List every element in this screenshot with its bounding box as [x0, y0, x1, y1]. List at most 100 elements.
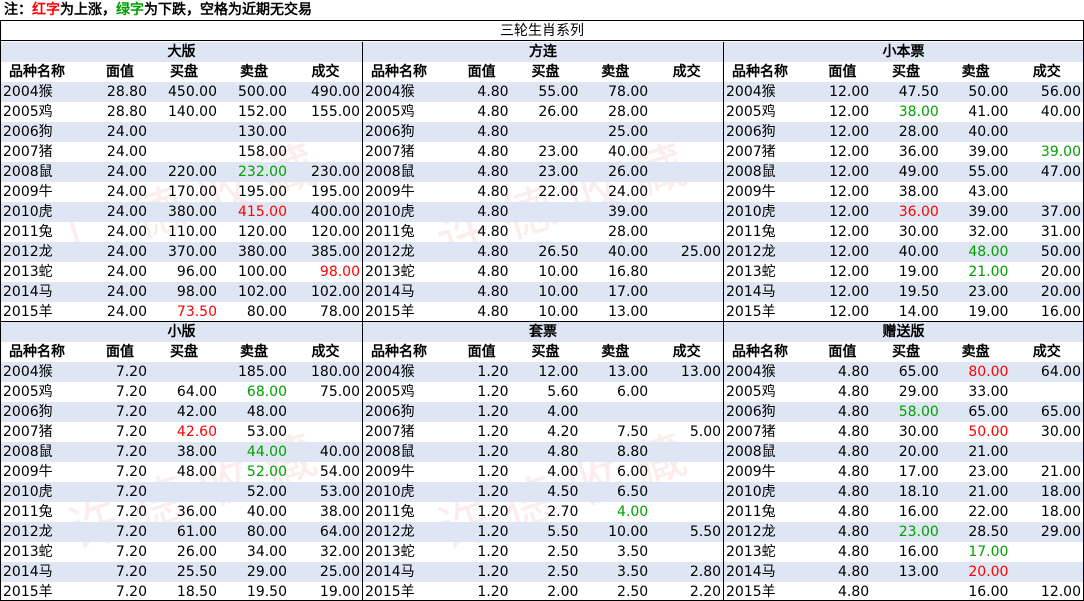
table-row: 2006狗 4.80 58.00 65.00 65.00 [724, 402, 1083, 422]
bid-price-cell: 13.00 [898, 564, 939, 580]
deal-price-cell [650, 282, 723, 302]
bid-price-cell: 18.10 [898, 484, 939, 500]
deal-price-cell: 37.00 [1040, 204, 1081, 220]
bid-price-cell [511, 122, 581, 142]
table-row: 2006狗 4.80 25.00 [363, 122, 723, 142]
header-variety-name: 品种名称 [9, 64, 65, 80]
deal-price-cell: 31.00 [1040, 224, 1081, 240]
table-row: 2008鼠 24.00 220.00 232.00 230.00 [1, 162, 362, 182]
ask-price-cell: 40.00 [246, 504, 287, 520]
variety-name-cell: 2010虎 [365, 204, 415, 220]
bid-price-cell: 30.00 [898, 424, 939, 440]
bid-price-cell: 48.00 [176, 464, 217, 480]
deal-price-cell [650, 102, 723, 122]
bid-price-cell: 140.00 [168, 104, 217, 120]
note-red-word: 红字 [32, 2, 60, 18]
bid-price-cell: 2.50 [547, 564, 579, 580]
face-value-cell: 4.80 [477, 144, 509, 160]
bid-price-cell: 23.00 [538, 164, 579, 180]
bid-price-cell: 19.00 [898, 264, 939, 280]
bid-price-cell: 2.00 [547, 584, 579, 600]
ask-price-cell: 80.00 [246, 304, 287, 320]
variety-name-cell: 2007猪 [3, 424, 53, 440]
face-value-cell: 12.00 [829, 284, 870, 300]
variety-name-cell: 2014马 [365, 564, 415, 580]
ask-price-cell: 21.00 [968, 264, 1009, 280]
deal-price-cell [650, 462, 723, 482]
ask-price-cell: 28.00 [608, 104, 649, 120]
bid-price-cell: 5.50 [547, 524, 579, 540]
panel-title: 小版 [1, 322, 362, 342]
variety-name-cell: 2007猪 [726, 424, 776, 440]
ask-price-cell: 26.00 [608, 164, 649, 180]
ask-price-cell: 19.50 [246, 584, 287, 600]
bid-price-cell: 2.50 [547, 544, 579, 560]
deal-price-cell [650, 482, 723, 502]
face-value-cell: 12.00 [829, 84, 870, 100]
bid-price-cell: 17.00 [898, 464, 939, 480]
header-variety-name: 品种名称 [9, 344, 65, 360]
face-value-cell: 12.00 [829, 144, 870, 160]
face-value-cell: 28.80 [106, 104, 147, 120]
face-value-cell: 1.20 [477, 444, 509, 460]
bid-price-cell [149, 142, 219, 162]
table-row: 2015羊 12.00 14.00 19.00 16.00 [724, 302, 1083, 322]
variety-name-cell: 2015羊 [365, 584, 415, 600]
table-row: 2011兔 12.00 30.00 32.00 31.00 [724, 222, 1083, 242]
face-value-cell: 7.20 [115, 404, 147, 420]
header-ask: 卖盘 [240, 344, 268, 360]
deal-price-cell: 29.00 [1040, 524, 1081, 540]
face-value-cell: 1.20 [477, 504, 509, 520]
face-value-cell: 12.00 [829, 104, 870, 120]
ask-price-cell: 6.50 [617, 484, 649, 500]
bid-price-cell: 49.00 [898, 164, 939, 180]
header-bid: 买盘 [892, 64, 920, 80]
bid-price-cell: 73.50 [176, 304, 217, 320]
deal-price-cell: 53.00 [319, 484, 360, 500]
bid-price-cell: 29.00 [898, 384, 939, 400]
header-variety-name: 品种名称 [371, 64, 427, 80]
variety-name-cell: 2009牛 [3, 184, 53, 200]
variety-name-cell: 2012龙 [726, 244, 776, 260]
panel-zeng-song-ban: 赠送版 品种名称 面值 买盘 卖盘 成交 2004猴 4.80 65.00 80.00 64.00 2… [723, 321, 1083, 601]
bid-price-cell: 12.00 [538, 364, 579, 380]
face-value-cell: 1.20 [477, 404, 509, 420]
panel-fang-lian: 方连 品种名称 面值 买盘 卖盘 成交 2004猴 4.80 55.00 78.00 2005鸡 4.… [362, 42, 723, 322]
deal-price-cell: 12.00 [1040, 584, 1081, 600]
header-ask: 卖盘 [961, 344, 990, 360]
header-deal: 成交 [1032, 344, 1061, 360]
header-face-value: 面值 [828, 344, 857, 360]
bid-price-cell: 40.00 [898, 244, 939, 260]
face-value-cell: 1.20 [477, 524, 509, 540]
ask-price-cell: 16.80 [608, 264, 649, 280]
table-row: 2008鼠 4.80 20.00 21.00 [724, 442, 1083, 462]
table-row: 2015羊 24.00 73.50 80.00 78.00 [1, 302, 362, 322]
face-value-cell: 7.20 [115, 384, 147, 400]
table-row: 2014马 24.00 98.00 102.00 102.00 [1, 282, 362, 302]
bid-price-cell [871, 582, 941, 601]
deal-price-cell [650, 122, 723, 142]
variety-name-cell: 2014马 [726, 284, 776, 300]
variety-name-cell: 2011兔 [365, 504, 415, 520]
ask-price-cell: 80.00 [968, 364, 1009, 380]
table-row: 2006狗 1.20 4.00 [363, 402, 723, 422]
face-value-cell: 24.00 [106, 184, 147, 200]
header-bid: 买盘 [531, 344, 560, 360]
table-row: 2010虎 4.80 39.00 [363, 202, 723, 222]
column-header-row: 品种名称 面值 买盘 卖盘 成交 [1, 342, 362, 362]
deal-price-cell: 38.00 [319, 504, 360, 520]
deal-price-cell [1010, 182, 1083, 202]
variety-name-cell: 2007猪 [365, 144, 415, 160]
table-row: 2014马 4.80 13.00 20.00 [724, 562, 1083, 582]
table-row: 2014马 12.00 19.50 23.00 20.00 [724, 282, 1083, 302]
deal-price-cell: 54.00 [319, 464, 360, 480]
ask-price-cell: 48.00 [968, 244, 1009, 260]
deal-price-cell [650, 382, 723, 402]
table-row: 2007猪 7.20 42.60 53.00 [1, 422, 362, 442]
header-deal: 成交 [672, 344, 701, 360]
face-value-cell: 12.00 [829, 244, 870, 260]
header-ask: 卖盘 [961, 64, 990, 80]
face-value-cell: 7.20 [115, 424, 147, 440]
bid-price-cell: 38.00 [898, 104, 939, 120]
variety-name-cell: 2007猪 [3, 144, 53, 160]
